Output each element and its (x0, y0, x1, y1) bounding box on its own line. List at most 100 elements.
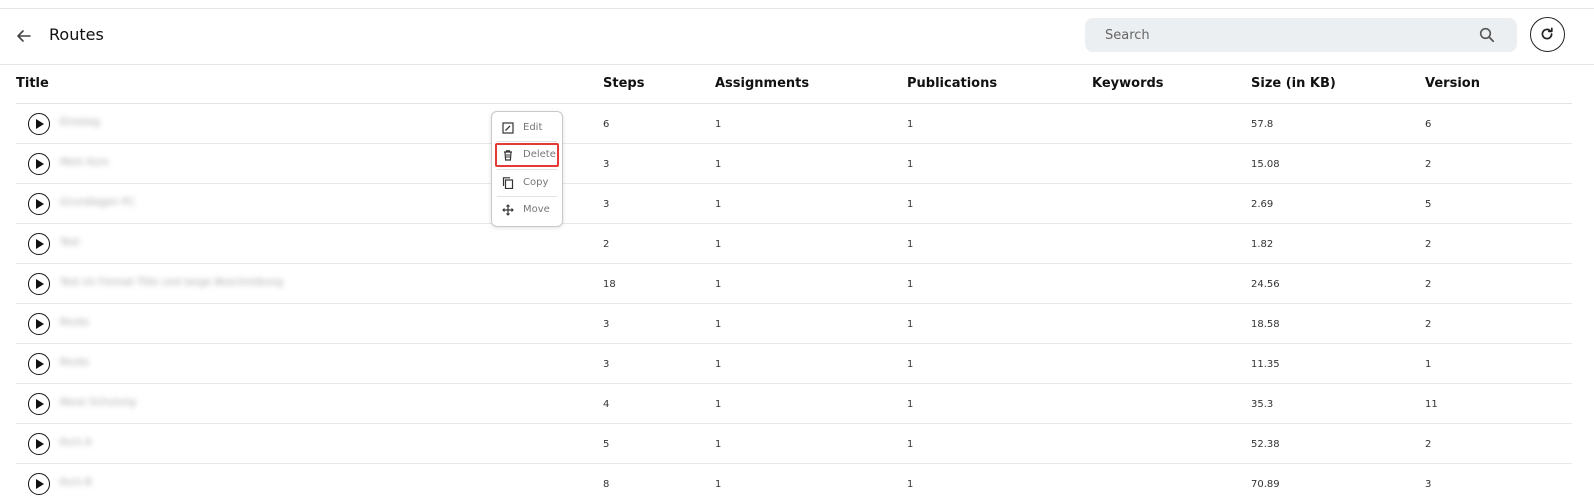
cell-steps: 8 (603, 479, 610, 490)
play-icon[interactable] (28, 433, 50, 455)
cell-steps: 3 (603, 319, 610, 330)
menu-item-delete[interactable]: Delete (495, 143, 559, 167)
table-row[interactable]: Test im Format Title und lange Beschreib… (16, 264, 1572, 304)
route-title[interactable]: Grundlagen PC (60, 197, 135, 208)
menu-item-edit[interactable]: Edit (495, 116, 559, 140)
page-header: Routes (0, 9, 1594, 64)
route-title[interactable]: Neue Schulung (60, 397, 136, 408)
cell-publications: 1 (907, 199, 914, 210)
column-steps[interactable]: Steps (603, 76, 644, 91)
cell-size: 70.89 (1251, 479, 1280, 490)
cell-assignments: 1 (715, 319, 722, 330)
cell-steps: 3 (603, 159, 610, 170)
table-row[interactable]: Kurs B 8 1 1 70.89 3 (16, 464, 1572, 496)
cell-version: 5 (1425, 199, 1432, 210)
cell-size: 2.69 (1251, 199, 1274, 210)
edit-icon (502, 122, 514, 134)
play-icon[interactable] (28, 473, 50, 495)
cell-version: 11 (1425, 399, 1438, 410)
table-row[interactable]: Grundlagen PC 3 1 1 2.69 5 (16, 184, 1572, 224)
cell-size: 57.8 (1251, 119, 1274, 130)
table-header: Title Steps Assignments Publications Key… (16, 65, 1572, 104)
route-title[interactable]: Kurs A (60, 437, 92, 448)
table-row[interactable]: Mein Kurs 3 1 1 15.08 2 (16, 144, 1572, 184)
cell-assignments: 1 (715, 479, 722, 490)
cell-publications: 1 (907, 159, 914, 170)
cell-version: 2 (1425, 159, 1432, 170)
cell-publications: 1 (907, 479, 914, 490)
play-icon[interactable] (28, 153, 50, 175)
arrow-left-icon[interactable] (14, 26, 34, 46)
route-title[interactable]: Test (60, 237, 80, 248)
play-icon[interactable] (28, 233, 50, 255)
cell-publications: 1 (907, 119, 914, 130)
cell-steps: 3 (603, 199, 610, 210)
cell-publications: 1 (907, 439, 914, 450)
cell-assignments: 1 (715, 439, 722, 450)
cell-publications: 1 (907, 279, 914, 290)
route-title[interactable]: Route (60, 357, 89, 368)
cell-size: 15.08 (1251, 159, 1280, 170)
menu-item-copy[interactable]: Copy (495, 171, 559, 195)
play-icon[interactable] (28, 353, 50, 375)
menu-item-label: Move (523, 204, 550, 215)
column-title[interactable]: Title (16, 76, 49, 91)
cell-version: 1 (1425, 359, 1432, 370)
cell-size: 11.35 (1251, 359, 1280, 370)
route-title[interactable]: Test im Format Title und lange Beschreib… (60, 277, 283, 288)
cell-assignments: 1 (715, 199, 722, 210)
menu-item-label: Copy (523, 177, 549, 188)
route-title[interactable]: Mein Kurs (60, 157, 109, 168)
route-title[interactable]: Route (60, 317, 89, 328)
refresh-icon (1541, 27, 1553, 40)
table-row[interactable]: Einstieg 6 1 1 57.8 6 (16, 104, 1572, 144)
table-row[interactable]: Test 2 1 1 1.82 2 (16, 224, 1572, 264)
cell-assignments: 1 (715, 279, 722, 290)
context-menu: Edit Delete Copy Move (491, 111, 563, 227)
column-size[interactable]: Size (in KB) (1251, 76, 1336, 91)
cell-version: 2 (1425, 439, 1432, 450)
cell-size: 35.3 (1251, 399, 1274, 410)
routes-table: Title Steps Assignments Publications Key… (16, 65, 1572, 496)
play-icon[interactable] (28, 273, 50, 295)
cell-version: 6 (1425, 119, 1432, 130)
menu-divider (497, 169, 557, 170)
play-icon[interactable] (28, 193, 50, 215)
cell-size: 52.38 (1251, 439, 1280, 450)
cell-assignments: 1 (715, 399, 722, 410)
cell-version: 2 (1425, 319, 1432, 330)
cell-assignments: 1 (715, 159, 722, 170)
table-body: Einstieg 6 1 1 57.8 6 Mein Kurs 3 1 1 15.08 2 Grundl… (16, 104, 1572, 496)
cell-publications: 1 (907, 399, 914, 410)
column-assignments[interactable]: Assignments (715, 76, 809, 91)
cell-assignments: 1 (715, 359, 722, 370)
table-row[interactable]: Route 3 1 1 11.35 1 (16, 344, 1572, 384)
route-title[interactable]: Einstieg (60, 117, 100, 128)
table-row[interactable]: Neue Schulung 4 1 1 35.3 11 (16, 384, 1572, 424)
column-publications[interactable]: Publications (907, 76, 997, 91)
move-icon (502, 204, 514, 216)
refresh-button[interactable] (1530, 17, 1565, 52)
search-box (1085, 18, 1517, 52)
column-keywords[interactable]: Keywords (1092, 76, 1164, 91)
cell-assignments: 1 (715, 239, 722, 250)
menu-item-label: Delete (523, 149, 556, 160)
route-title[interactable]: Kurs B (60, 477, 92, 488)
cell-steps: 18 (603, 279, 616, 290)
play-icon[interactable] (28, 313, 50, 335)
cell-steps: 6 (603, 119, 610, 130)
menu-divider (497, 141, 557, 142)
cell-steps: 5 (603, 439, 610, 450)
play-icon[interactable] (28, 393, 50, 415)
cell-publications: 1 (907, 359, 914, 370)
cell-assignments: 1 (715, 119, 722, 130)
table-row[interactable]: Route 3 1 1 18.58 2 (16, 304, 1572, 344)
search-icon[interactable] (1479, 27, 1495, 43)
play-icon[interactable] (28, 113, 50, 135)
cell-size: 18.58 (1251, 319, 1280, 330)
cell-size: 24.56 (1251, 279, 1280, 290)
search-input[interactable] (1105, 18, 1475, 52)
column-version[interactable]: Version (1425, 76, 1480, 91)
table-row[interactable]: Kurs A 5 1 1 52.38 2 (16, 424, 1572, 464)
menu-item-move[interactable]: Move (495, 198, 559, 222)
